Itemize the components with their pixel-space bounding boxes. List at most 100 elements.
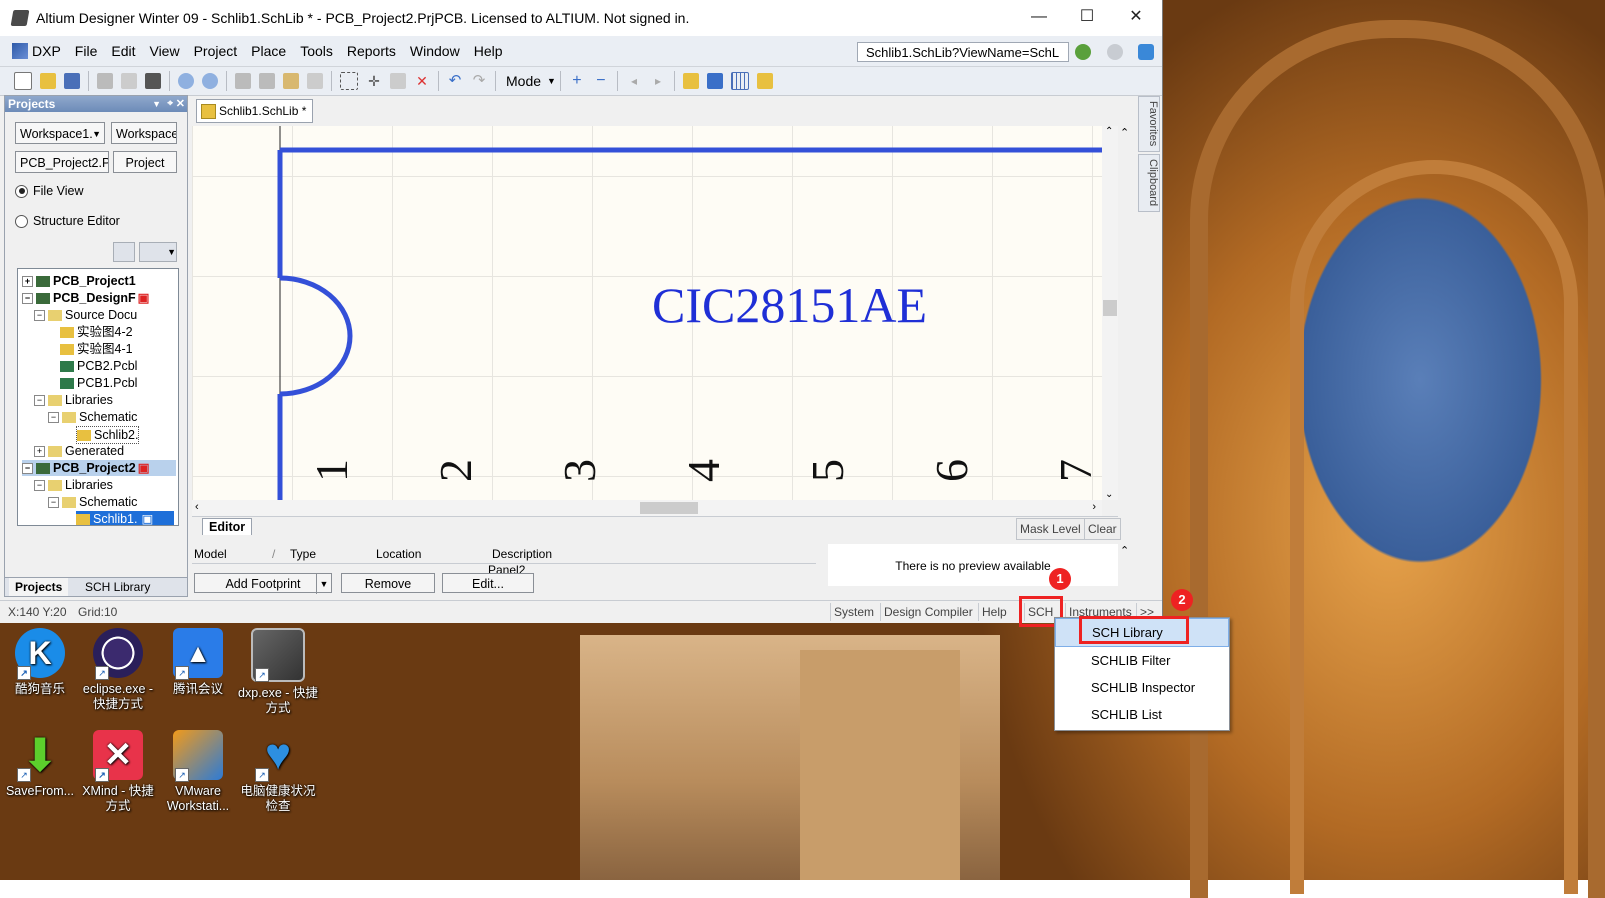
rubber-stamp-icon[interactable] (307, 73, 323, 89)
forward-icon[interactable] (1107, 44, 1123, 60)
desktop-icon-savefrom[interactable]: ⬇ ↗ SaveFrom... (0, 730, 80, 799)
mode-dropdown-icon[interactable]: ▼ (547, 76, 556, 86)
maximize-button[interactable]: ☐ (1064, 0, 1110, 34)
minimize-button[interactable]: — (1016, 0, 1062, 34)
chevron-down-icon[interactable]: ▼ (316, 574, 331, 594)
menu-item-schlib-filter[interactable]: SCHLIB Filter (1055, 647, 1229, 674)
tree-item[interactable]: PCB1.Pcbl (60, 375, 137, 391)
menu-file[interactable]: File (68, 43, 105, 59)
undo-icon[interactable]: ↶ (447, 73, 463, 89)
print-icon[interactable] (97, 73, 113, 89)
column-location[interactable]: Location (376, 545, 421, 563)
tree-item[interactable]: − Libraries (34, 392, 113, 408)
menu-project[interactable]: Project (187, 43, 245, 59)
menu-item-schlib-inspector[interactable]: SCHLIB Inspector (1055, 674, 1229, 701)
menu-help[interactable]: Help (467, 43, 510, 59)
menu-tools[interactable]: Tools (293, 43, 340, 59)
tab-sch-library[interactable]: SCH Library (79, 578, 156, 596)
desktop-icon-tencent-meeting[interactable]: ▲ ↗ 腾讯会议 (158, 628, 238, 697)
new-icon[interactable] (14, 72, 32, 90)
save-icon[interactable] (64, 73, 80, 89)
tree-item[interactable]: + Generated (34, 443, 124, 459)
next-part-icon[interactable]: ▸ (650, 73, 666, 89)
move-icon[interactable]: ✛ (366, 73, 382, 89)
tree-item[interactable]: + PCB_Project1 (22, 273, 136, 289)
move-selection-icon[interactable] (390, 73, 406, 89)
vertical-scrollbar[interactable]: ⌃ ⌄ (1102, 126, 1118, 500)
deselect-icon[interactable]: ✕ (414, 73, 430, 89)
scroll-right-icon[interactable]: › (1092, 501, 1096, 513)
tree-item[interactable]: Schlib2. (76, 426, 140, 444)
schematic-canvas[interactable]: CIC28151AE 1 2 3 4 5 6 7 (192, 126, 1102, 500)
tree-item-selected[interactable]: Schlib1. ▣ (76, 511, 174, 525)
back-icon[interactable] (1075, 44, 1091, 60)
menu-dxp[interactable]: DXP (32, 43, 68, 59)
help-panel-button[interactable]: Help (978, 603, 1010, 621)
address-field[interactable]: Schlib1.SchLib?ViewName=SchL (857, 42, 1069, 62)
tree-item[interactable]: − Schematic (48, 494, 137, 510)
copy-icon[interactable] (259, 73, 275, 89)
scroll-down-icon[interactable]: ⌄ (1105, 489, 1113, 500)
desktop-icon-health-check[interactable]: ♥ ↗ 电脑健康状况检查 (238, 730, 318, 814)
tree-item[interactable]: 实验图4-1 (60, 341, 133, 357)
menu-view[interactable]: View (142, 43, 186, 59)
cut-icon[interactable] (235, 73, 251, 89)
scroll-thumb[interactable] (640, 502, 698, 514)
select-area-icon[interactable] (340, 72, 358, 90)
add-footprint-button[interactable]: Add Footprint ▼ (194, 573, 332, 594)
collapse-up-icon[interactable]: ⌃ (1120, 126, 1129, 139)
workspace-select[interactable]: Workspace1. ▼ (15, 122, 105, 144)
tree-item[interactable]: − PCB_DesignF ▣ (22, 290, 149, 306)
edit-button[interactable]: Edit... (442, 573, 534, 593)
home-icon[interactable] (1138, 44, 1154, 60)
remove-part-icon[interactable]: − (593, 73, 609, 89)
menu-reports[interactable]: Reports (340, 43, 403, 59)
scroll-thumb[interactable] (1103, 300, 1117, 316)
component-icon[interactable] (145, 73, 161, 89)
desktop-icon-vmware[interactable]: ↗ VMware Workstati... (158, 730, 238, 814)
tab-editor[interactable]: Editor (202, 518, 253, 535)
menu-edit[interactable]: Edit (104, 43, 142, 59)
menu-place[interactable]: Place (244, 43, 293, 59)
pin-icon[interactable]: ⌖ (167, 96, 173, 112)
structure-editor-radio[interactable]: Structure Editor (15, 214, 120, 228)
tree-item[interactable]: − Libraries (34, 477, 113, 493)
document-tab[interactable]: Schlib1.SchLib * (196, 99, 314, 123)
desktop-icon-kugou[interactable]: K ↗ 酷狗音乐 (0, 628, 80, 697)
file-view-radio[interactable]: File View (15, 184, 83, 198)
clear-button[interactable]: Clear (1084, 518, 1121, 540)
mode-button[interactable]: Mode (500, 73, 547, 89)
add-document-icon[interactable]: ▼ (139, 242, 177, 262)
draw-tools-icon[interactable] (706, 73, 723, 89)
prev-part-icon[interactable]: ◂ (626, 73, 642, 89)
tree-item[interactable]: − Source Docu (34, 307, 137, 323)
column-description[interactable]: Description (492, 545, 552, 563)
tab-projects[interactable]: Projects (9, 578, 69, 596)
column-model[interactable]: Model (194, 545, 227, 563)
column-type[interactable]: Type (290, 545, 316, 563)
project-button[interactable]: Project (113, 151, 177, 173)
system-panel-button[interactable]: System (830, 603, 877, 621)
workspace-button[interactable]: Workspace (111, 122, 177, 144)
add-part-icon[interactable]: + (569, 73, 585, 89)
folder-icon[interactable] (756, 73, 773, 89)
utility-tools-icon[interactable] (682, 73, 699, 89)
panel-close-icon[interactable]: ✕ (176, 96, 185, 112)
desktop-icon-dxp[interactable]: ↗ dxp.exe - 快捷方式 (238, 628, 318, 716)
remove-button[interactable]: Remove (341, 573, 435, 593)
clipboard-side-tab[interactable]: Clipboard (1138, 154, 1160, 212)
preview-collapse-icon[interactable]: ⌃ (1120, 544, 1129, 557)
tree-item[interactable]: 实验图4-2 (60, 324, 133, 340)
design-compiler-panel-button[interactable]: Design Compiler (880, 603, 976, 621)
open-icon[interactable] (40, 73, 56, 89)
tree-item[interactable]: − PCB_Project2 ▣ (22, 460, 176, 476)
desktop-icon-xmind[interactable]: ✕ ↗ XMind - 快捷方式 (78, 730, 158, 814)
paste-icon[interactable] (283, 73, 299, 89)
favorites-side-tab[interactable]: Favorites (1138, 96, 1160, 152)
tree-item[interactable]: − Schematic (48, 409, 137, 425)
scroll-up-icon[interactable]: ⌃ (1105, 126, 1113, 137)
zoom-in-icon[interactable] (178, 73, 194, 89)
menu-window[interactable]: Window (403, 43, 467, 59)
panel-menu-icon[interactable]: ▼ (152, 96, 161, 112)
compile-icon[interactable] (113, 242, 135, 262)
